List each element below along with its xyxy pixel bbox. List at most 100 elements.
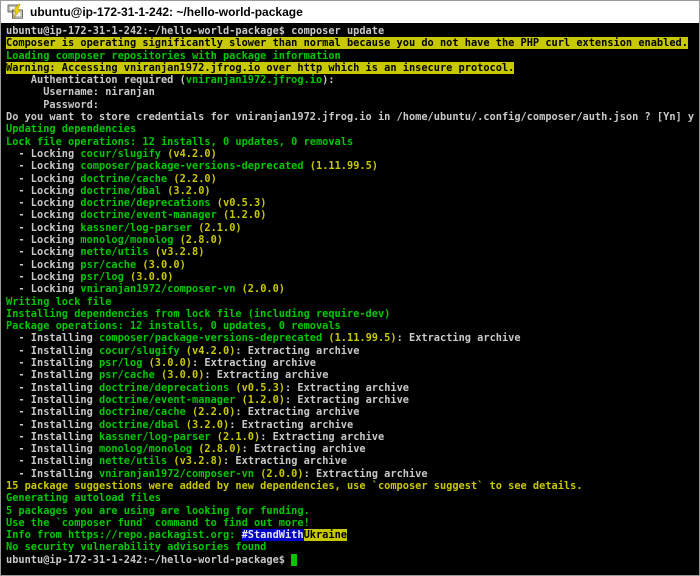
terminal-text-segment: (2.8.0)	[198, 443, 242, 456]
terminal-text-segment: Do you want to store credentials for vni…	[6, 111, 695, 124]
terminal-text-segment: - Locking	[6, 221, 81, 234]
terminal-text-segment: nette/utils	[80, 246, 149, 259]
terminal-text-segment: vniranjan1972/composer-vn	[80, 283, 236, 296]
terminal-text-segment: : Extracting archive	[285, 381, 409, 394]
terminal-text-segment: kassner/log-parser	[99, 430, 211, 443]
terminal-text-segment: - Locking	[6, 184, 81, 197]
terminal-line: - Locking kassner/log-parser (2.1.0)	[6, 222, 699, 234]
terminal-text-segment: - Installing	[6, 430, 99, 443]
terminal-text-segment: - Installing	[6, 369, 99, 382]
terminal-line: - Installing doctrine/dbal (3.2.0): Extr…	[6, 419, 699, 431]
terminal-line: - Locking vniranjan1972/composer-vn (2.0…	[6, 283, 699, 295]
terminal-text-segment: Authentication required (	[6, 74, 186, 87]
terminal-text-segment: (3.2.0)	[185, 418, 230, 431]
terminal-text-segment: psr/cache	[99, 369, 155, 382]
terminal-line: Composer is operating significantly slow…	[6, 37, 699, 50]
terminal-text-segment: Info from https://repo.packagist.org:	[6, 529, 242, 542]
terminal-line: - Installing cocur/slugify (v4.2.0): Ext…	[6, 345, 699, 357]
putty-terminal-icon[interactable]	[7, 3, 23, 20]
title-bar[interactable]: ubuntu@ip-172-31-1-242: ~/hello-world-pa…	[1, 1, 699, 23]
terminal-text-segment: - Installing	[6, 443, 99, 456]
terminal-text-segment: - Locking	[6, 209, 81, 222]
terminal-text-segment: (2.1.0)	[198, 221, 242, 234]
terminal-text-segment: vniranjan1972.jfrog.io	[185, 74, 323, 87]
terminal-text-segment: Use the `composer fund` command to find …	[6, 516, 310, 529]
terminal-text-segment: - Installing	[6, 467, 99, 480]
terminal-line: Generating autoload files	[6, 492, 699, 504]
terminal-text-segment: (v0.5.3)	[235, 381, 285, 394]
terminal-text-segment: Package operations: 12 installs, 0 updat…	[6, 320, 341, 333]
terminal-text-segment: - Locking	[6, 283, 81, 296]
terminal-text-segment: doctrine/event-manager	[80, 209, 217, 222]
terminal-line: Password:	[6, 99, 699, 111]
terminal-text-segment: - Locking	[6, 258, 81, 271]
terminal-text-segment: - Locking	[6, 172, 81, 185]
terminal-line: - Installing composer/package-versions-d…	[6, 332, 699, 344]
terminal-line: - Locking psr/log (3.0.0)	[6, 271, 699, 283]
terminal-line: - Installing doctrine/cache (2.2.0): Ext…	[6, 406, 699, 418]
terminal-text-segment: - Installing	[6, 357, 99, 370]
terminal-text-segment: : Extracting archive	[396, 332, 521, 345]
terminal-text-segment: psr/log	[80, 270, 124, 283]
terminal-line: - Locking cocur/slugify (v4.2.0)	[6, 148, 699, 160]
terminal-text-segment: (1.2.0)	[223, 209, 267, 222]
terminal-text-segment: monolog/monolog	[80, 234, 174, 247]
terminal-text-segment: : Extracting archive	[235, 406, 360, 419]
terminal-line: - Locking psr/cache (3.0.0)	[6, 259, 699, 271]
terminal-line: - Locking doctrine/dbal (3.2.0)	[6, 185, 699, 197]
terminal-text-segment: doctrine/cache	[99, 406, 186, 419]
terminal-line: - Locking composer/package-versions-depr…	[6, 160, 699, 172]
terminal-line: Warning: Accessing vniranjan1972.jfrog.i…	[6, 61, 699, 74]
terminal-line: Loading composer repositories with packa…	[6, 50, 699, 62]
terminal-line: - Installing psr/log (3.0.0): Extracting…	[6, 357, 699, 369]
terminal-text-segment: : Extracting archive	[260, 430, 385, 443]
terminal-text-segment: : Extracting archive	[223, 455, 348, 468]
terminal-text-segment: 5 packages you are using are looking for…	[6, 504, 310, 517]
terminal-text-segment: : Extracting archive	[241, 443, 366, 456]
terminal-text-segment: (2.2.0)	[173, 172, 217, 185]
terminal-text-segment: #StandWith	[241, 529, 304, 542]
terminal-line: - Locking doctrine/deprecations (v0.5.3)	[6, 197, 699, 209]
terminal-text-segment: Generating autoload files	[6, 492, 161, 505]
terminal-text-segment: : Extracting archive	[303, 467, 428, 480]
terminal-line: - Locking monolog/monolog (2.8.0)	[6, 234, 699, 246]
terminal-text-segment: Password:	[6, 98, 99, 111]
terminal-line: Package operations: 12 installs, 0 updat…	[6, 320, 699, 332]
terminal-text-segment: 15 package suggestions were added by new…	[6, 479, 583, 492]
terminal-line: Username: niranjan	[6, 86, 699, 98]
terminal-text-segment: doctrine/event-manager	[99, 393, 236, 406]
terminal-line: Updating dependencies	[6, 123, 699, 135]
terminal-line: - Installing kassner/log-parser (2.1.0):…	[6, 431, 699, 443]
terminal-text-segment: Lock file operations: 12 installs, 0 upd…	[6, 135, 354, 148]
terminal-line: ubuntu@ip-172-31-1-242:~/hello-world-pac…	[6, 25, 699, 37]
terminal-line: 5 packages you are using are looking for…	[6, 505, 699, 517]
terminal-text-segment: (v0.5.3)	[216, 197, 267, 210]
terminal-text-segment: Composer is operating significantly slow…	[6, 37, 688, 50]
terminal-line: 15 package suggestions were added by new…	[6, 480, 699, 492]
terminal-text-segment: Writing lock file	[6, 295, 112, 308]
terminal-text-segment: - Installing	[6, 406, 99, 419]
terminal-text-segment: (3.0.0)	[161, 369, 205, 382]
terminal-text-segment: monolog/monolog	[99, 443, 192, 456]
terminal-text-segment: - Installing	[6, 381, 99, 394]
terminal-text-segment: Warning: Accessing vniranjan1972.jfrog.i…	[6, 61, 515, 74]
terminal-text-segment: - Locking	[6, 246, 81, 259]
terminal-text-segment: (3.2.0)	[167, 184, 211, 197]
terminal-line: Info from https://repo.packagist.org: #S…	[6, 529, 699, 542]
terminal-line: - Locking doctrine/cache (2.2.0)	[6, 173, 699, 185]
terminal-text-segment: ubuntu@ip-172-31-1-242:~/hello-world-pac…	[6, 25, 385, 37]
terminal-text-segment: - Locking	[6, 147, 81, 160]
terminal-text-segment: (v4.2.0)	[185, 344, 236, 357]
terminal-line: Use the `composer fund` command to find …	[6, 517, 699, 529]
terminal-screen[interactable]: ubuntu@ip-172-31-1-242:~/hello-world-pac…	[1, 23, 699, 575]
terminal-text-segment: psr/log	[99, 357, 143, 370]
terminal-text-segment: cocur/slugify	[80, 147, 161, 160]
terminal-text-segment: kassner/log-parser	[80, 221, 192, 234]
terminal-text-segment: doctrine/deprecations	[99, 381, 230, 394]
terminal-text-segment: doctrine/deprecations	[80, 197, 211, 210]
terminal-text-segment: : Extracting archive	[235, 344, 360, 357]
terminal-line: - Installing psr/cache (3.0.0): Extracti…	[6, 369, 699, 381]
terminal-text-segment: (1.11.99.5)	[309, 160, 378, 173]
terminal-text-segment: (2.0.0)	[241, 283, 285, 296]
terminal-line: - Locking doctrine/event-manager (1.2.0)	[6, 209, 699, 221]
